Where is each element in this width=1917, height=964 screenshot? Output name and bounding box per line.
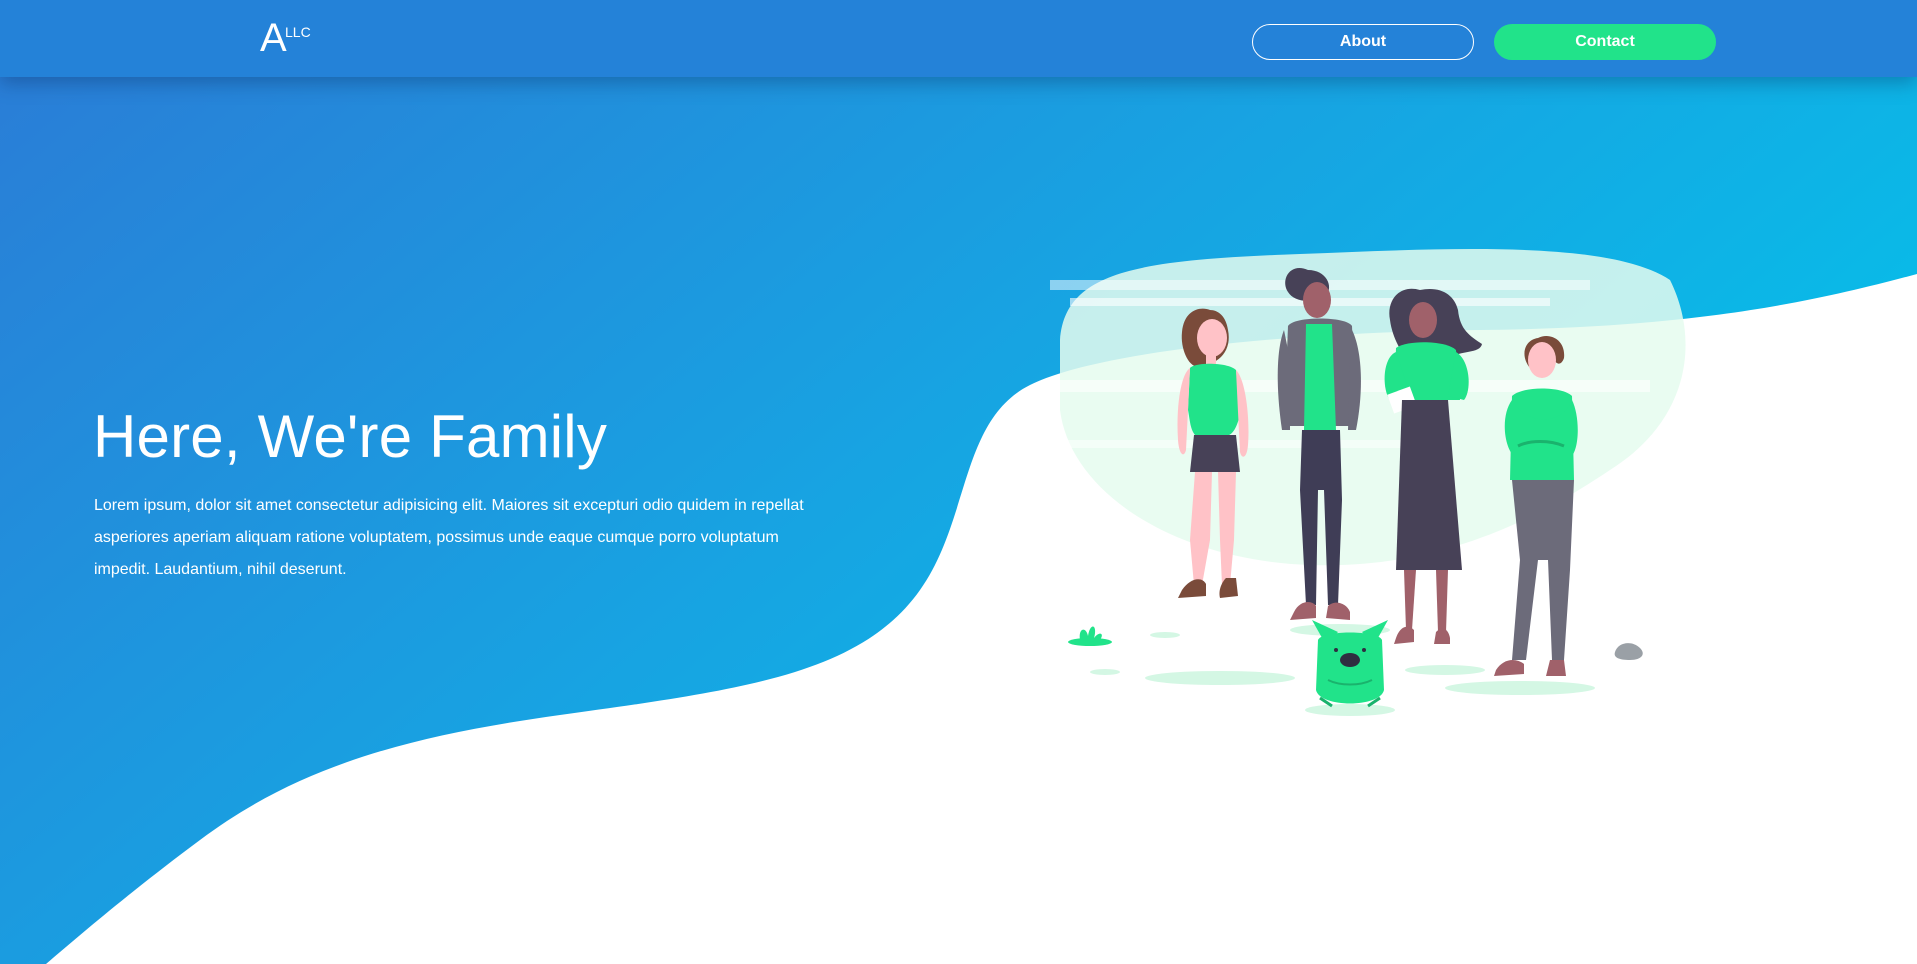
brand-logo[interactable]: A LLC xyxy=(260,16,311,60)
people-group-with-dog-illustration xyxy=(1050,249,1686,716)
contact-button[interactable]: Contact xyxy=(1494,24,1716,60)
logo-superscript: LLC xyxy=(285,24,311,40)
hero-description: Lorem ipsum, dolor sit amet consectetur … xyxy=(94,497,804,578)
rock-icon xyxy=(1614,643,1643,660)
logo-letter: A xyxy=(260,16,287,60)
page: A LLC About Contact Here, We're Family L… xyxy=(0,0,1917,964)
about-button[interactable]: About xyxy=(1252,24,1474,60)
hero-title: Here, We're Family xyxy=(93,403,608,470)
navbar: A LLC About Contact xyxy=(0,0,1917,77)
illustration-blob xyxy=(1060,249,1686,566)
dog-icon xyxy=(1312,620,1388,708)
